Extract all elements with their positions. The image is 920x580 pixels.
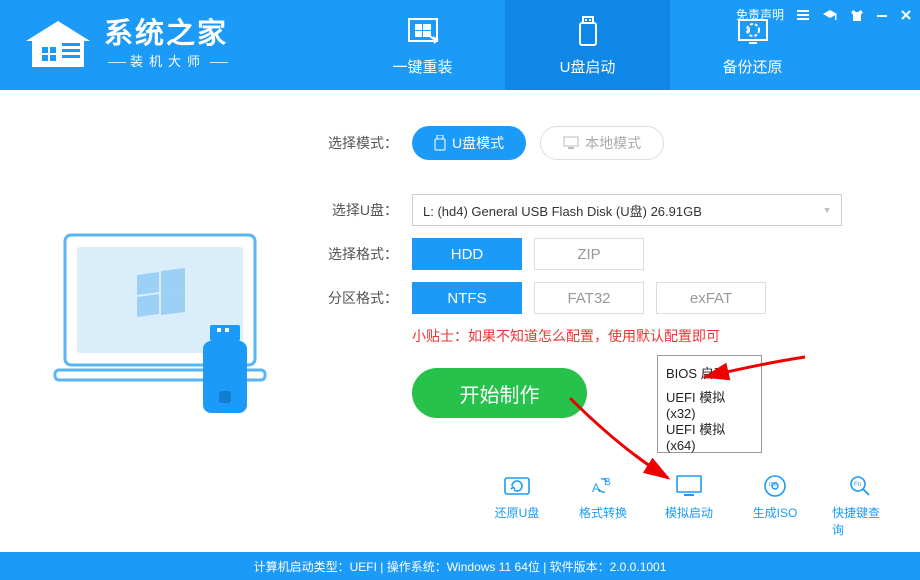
- tab-usb-boot[interactable]: U盘启动: [505, 0, 670, 90]
- restore-usb-icon: [502, 472, 532, 500]
- illustration: [0, 90, 320, 540]
- svg-text:A: A: [592, 481, 600, 495]
- status-bar: 计算机启动类型：UEFI | 操作系统：Windows 11 64位 | 软件版…: [0, 552, 920, 580]
- iso-icon: ISO: [760, 472, 790, 500]
- partition-exfat-button[interactable]: exFAT: [656, 282, 766, 314]
- mode-local-button[interactable]: 本地模式: [540, 126, 664, 160]
- tool-hotkey[interactable]: Fn 快捷键查询: [832, 472, 890, 538]
- udisk-label: 选择U盘：: [320, 200, 398, 220]
- tip-text: 小贴士：如果不知道怎么配置，使用默认配置即可: [412, 326, 882, 346]
- svg-text:Fn: Fn: [854, 482, 861, 488]
- minimize-button[interactable]: [876, 9, 888, 21]
- app-title: 系统之家: [104, 20, 232, 49]
- app-subtitle: 装机大师: [104, 51, 232, 70]
- partition-ntfs-button[interactable]: NTFS: [412, 282, 522, 314]
- format-zip-button[interactable]: ZIP: [534, 238, 644, 270]
- disclaimer-link[interactable]: 免责声明: [736, 6, 784, 23]
- boot-option-uefi64[interactable]: UEFI 模拟(x64): [658, 420, 761, 452]
- format-label: 选择格式：: [320, 244, 398, 264]
- udisk-select[interactable]: L: (hd4) General USB Flash Disk (U盘) 26.…: [412, 194, 842, 226]
- format-convert-icon: AB: [588, 472, 618, 500]
- boot-dropdown: BIOS 启动 UEFI 模拟(x32) UEFI 模拟(x64): [657, 355, 762, 453]
- format-hdd-button[interactable]: HDD: [412, 238, 522, 270]
- partition-label: 分区格式：: [320, 288, 398, 308]
- usb-small-icon: [434, 135, 446, 151]
- usb-drive-icon: [570, 14, 606, 50]
- monitor-small-icon: [563, 136, 579, 150]
- mode-usb-button[interactable]: U盘模式: [412, 126, 526, 160]
- simulate-boot-icon: [674, 472, 704, 500]
- menu-icon[interactable]: [796, 8, 810, 22]
- hotkey-search-icon: Fn: [846, 472, 876, 500]
- boot-option-bios[interactable]: BIOS 启动: [658, 356, 761, 388]
- house-logo-icon: [22, 17, 94, 73]
- mode-label: 选择模式：: [320, 133, 398, 153]
- academic-icon[interactable]: [822, 8, 838, 22]
- tool-iso[interactable]: ISO 生成ISO: [746, 472, 804, 538]
- svg-text:ISO: ISO: [769, 482, 778, 488]
- tool-restore[interactable]: 还原U盘: [488, 472, 546, 538]
- boot-option-uefi32[interactable]: UEFI 模拟(x32): [658, 388, 761, 420]
- logo-area: 系统之家 装机大师: [0, 0, 340, 90]
- svg-text:B: B: [604, 477, 611, 488]
- start-button[interactable]: 开始制作: [412, 368, 587, 418]
- partition-fat32-button[interactable]: FAT32: [534, 282, 644, 314]
- windows-reinstall-icon: [405, 14, 441, 50]
- tool-convert[interactable]: AB 格式转换: [574, 472, 632, 538]
- tab-reinstall[interactable]: 一键重装: [340, 0, 505, 90]
- skin-icon[interactable]: [850, 8, 864, 22]
- close-button[interactable]: [900, 9, 912, 21]
- tool-simulate[interactable]: 模拟启动: [660, 472, 718, 538]
